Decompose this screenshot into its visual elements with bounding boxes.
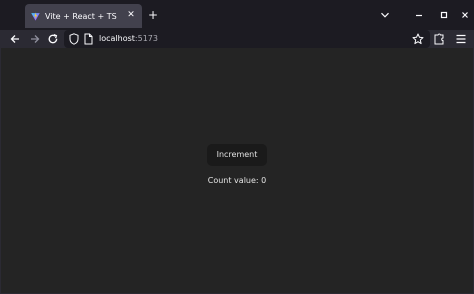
forward-icon: [31, 35, 40, 43]
back-button[interactable]: [8, 32, 22, 46]
url-host: localhost: [99, 34, 135, 43]
reload-button[interactable]: [46, 32, 60, 46]
page-content: Increment Count value: 0: [1, 48, 473, 293]
minimize-icon[interactable]: [413, 9, 425, 21]
address-bar[interactable]: localhost:5173: [64, 30, 430, 48]
tab-strip: Vite + React + TS ✕ +: [0, 0, 474, 30]
chevron-down-icon[interactable]: [380, 10, 390, 20]
url-text[interactable]: localhost:5173: [99, 33, 158, 45]
increment-button[interactable]: Increment: [207, 144, 267, 166]
tab-vite-react[interactable]: Vite + React + TS ✕: [25, 4, 142, 28]
browser-window: Vite + React + TS ✕ + localhost:5173 Inc…: [0, 0, 474, 294]
shield-icon[interactable]: [69, 33, 79, 45]
vite-favicon-icon: [31, 11, 40, 21]
close-icon[interactable]: ✕: [125, 9, 137, 21]
plus-icon[interactable]: +: [146, 7, 160, 23]
count-text: Count value: 0: [167, 176, 307, 185]
reload-icon: [48, 33, 58, 44]
tab-title: Vite + React + TS: [45, 11, 117, 21]
maximize-icon[interactable]: [438, 9, 450, 21]
navigation-toolbar: localhost:5173: [0, 30, 474, 48]
close-window-icon[interactable]: [459, 9, 471, 21]
page-icon[interactable]: [84, 33, 93, 45]
count-value: 0: [261, 176, 267, 185]
forward-button[interactable]: [28, 32, 42, 46]
star-icon[interactable]: [412, 33, 424, 45]
count-label: Count value:: [207, 176, 262, 185]
url-port: :5173: [134, 34, 158, 43]
back-icon: [10, 35, 19, 43]
hamburger-menu-icon[interactable]: [455, 33, 467, 45]
extensions-icon[interactable]: [433, 32, 445, 46]
